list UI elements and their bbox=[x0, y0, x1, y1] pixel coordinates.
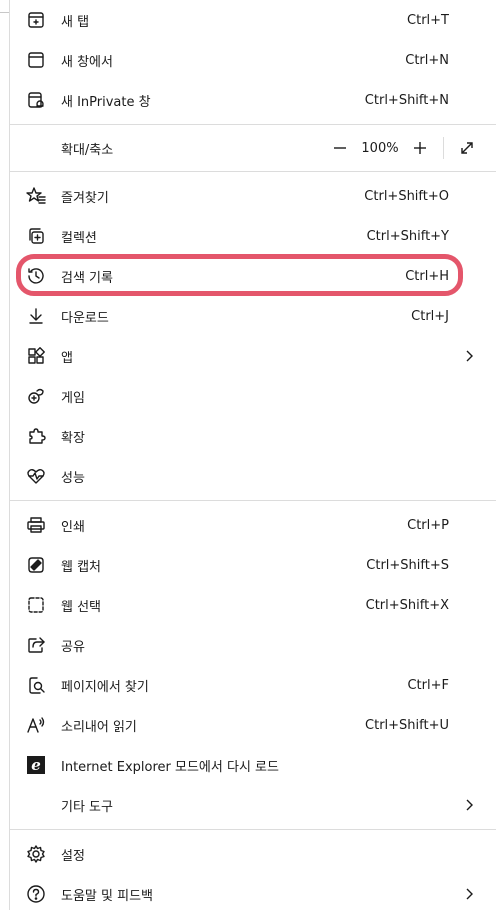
shortcut-text: Ctrl+Shift+N bbox=[364, 92, 449, 108]
menu-item-label: 공유 bbox=[61, 639, 85, 655]
menu-item-new-inprivate[interactable]: 새 InPrivate 창 Ctrl+Shift+N bbox=[10, 80, 496, 120]
shortcut-text: Ctrl+Shift+O bbox=[364, 188, 449, 204]
shortcut-text: Ctrl+P bbox=[407, 517, 449, 533]
new-tab-icon bbox=[25, 9, 47, 31]
web-select-icon bbox=[25, 594, 47, 616]
menu-item-downloads[interactable]: 다운로드 Ctrl+J bbox=[10, 296, 496, 336]
menu-item-label: 웹 선택 bbox=[61, 599, 102, 615]
menu-item-favorites[interactable]: 즐겨찾기 Ctrl+Shift+O bbox=[10, 176, 496, 216]
browser-settings-menu: 새 탭 Ctrl+T 새 창에서 Ctrl+N 새 InPrivate 창 Ct… bbox=[10, 0, 496, 914]
zoom-divider bbox=[443, 137, 444, 159]
fullscreen-icon bbox=[461, 142, 473, 154]
menu-item-settings[interactable]: 설정 bbox=[10, 834, 496, 874]
menu-item-label: 웹 캡처 bbox=[61, 559, 102, 575]
menu-item-read-aloud[interactable]: 소리내어 읽기 Ctrl+Shift+U bbox=[10, 705, 496, 745]
menu-item-label: 새 창에서 bbox=[61, 54, 113, 70]
menu-item-label: 설정 bbox=[61, 848, 85, 864]
menu-item-label: 다운로드 bbox=[61, 310, 109, 326]
menu-item-more-tools[interactable]: 기타 도구 bbox=[10, 785, 496, 825]
menu-item-ie-mode[interactable]: e Internet Explorer 모드에서 다시 로드 bbox=[10, 745, 496, 785]
zoom-in-button[interactable] bbox=[405, 133, 435, 163]
shortcut-text: Ctrl+Shift+S bbox=[366, 557, 449, 573]
menu-item-label: 즐겨찾기 bbox=[61, 190, 109, 206]
menu-item-label: 확장 bbox=[61, 430, 85, 446]
favorites-icon bbox=[25, 185, 47, 207]
apps-icon bbox=[25, 345, 47, 367]
find-in-page-icon bbox=[25, 674, 47, 696]
menu-item-label: 성능 bbox=[61, 470, 85, 486]
chevron-right-icon bbox=[462, 349, 476, 363]
internet-explorer-icon: e bbox=[25, 754, 47, 776]
performance-heart-icon bbox=[25, 465, 47, 487]
menu-item-zoom: 확대/축소 100% bbox=[10, 129, 496, 167]
share-icon bbox=[25, 634, 47, 656]
menu-item-label: 컬렉션 bbox=[61, 230, 97, 246]
shortcut-text: Ctrl+Shift+X bbox=[365, 597, 449, 613]
gear-icon bbox=[25, 843, 47, 865]
menu-item-web-capture[interactable]: 웹 캡처 Ctrl+Shift+S bbox=[10, 545, 496, 585]
window-edge-stub bbox=[0, 12, 9, 13]
menu-item-label: 새 탭 bbox=[61, 14, 90, 30]
menu-item-collections[interactable]: 컬렉션 Ctrl+Shift+Y bbox=[10, 216, 496, 256]
fullscreen-button[interactable] bbox=[452, 133, 482, 163]
collections-icon bbox=[25, 225, 47, 247]
menu-item-label: 기타 도구 bbox=[61, 799, 113, 815]
menu-item-games[interactable]: 게임 bbox=[10, 376, 496, 416]
menu-item-new-window[interactable]: 새 창에서 Ctrl+N bbox=[10, 40, 496, 80]
zoom-label: 확대/축소 bbox=[61, 142, 114, 158]
help-icon bbox=[25, 883, 47, 905]
shortcut-text: Ctrl+J bbox=[411, 308, 449, 324]
menu-item-help[interactable]: 도움말 및 피드백 bbox=[10, 874, 496, 914]
menu-item-apps[interactable]: 앱 bbox=[10, 336, 496, 376]
zoom-level: 100% bbox=[361, 140, 399, 156]
download-icon bbox=[25, 305, 47, 327]
shortcut-text: Ctrl+T bbox=[407, 12, 449, 28]
minus-icon bbox=[334, 147, 346, 149]
menu-item-label: 앱 bbox=[61, 350, 73, 366]
games-icon bbox=[25, 385, 47, 407]
web-capture-icon bbox=[25, 554, 47, 576]
menu-item-find[interactable]: 페이지에서 찾기 Ctrl+F bbox=[10, 665, 496, 705]
menu-item-label: 인쇄 bbox=[61, 519, 85, 535]
menu-item-extensions[interactable]: 확장 bbox=[10, 416, 496, 456]
menu-item-label: 게임 bbox=[61, 390, 85, 406]
separator bbox=[10, 829, 496, 830]
menu-item-label: 페이지에서 찾기 bbox=[61, 679, 149, 695]
menu-item-share[interactable]: 공유 bbox=[10, 625, 496, 665]
separator bbox=[10, 171, 496, 172]
plus-icon bbox=[414, 142, 426, 154]
zoom-out-button[interactable] bbox=[325, 133, 355, 163]
history-highlight-annotation bbox=[16, 254, 463, 296]
chevron-right-icon bbox=[462, 887, 476, 901]
menu-item-performance[interactable]: 성능 bbox=[10, 456, 496, 496]
menu-item-web-select[interactable]: 웹 선택 Ctrl+Shift+X bbox=[10, 585, 496, 625]
chevron-right-icon bbox=[462, 798, 476, 812]
inprivate-window-icon bbox=[25, 89, 47, 111]
window-icon bbox=[25, 49, 47, 71]
shortcut-text: Ctrl+N bbox=[405, 52, 449, 68]
zoom-controls: 100% bbox=[325, 133, 482, 163]
menu-item-new-tab[interactable]: 새 탭 Ctrl+T bbox=[10, 0, 496, 40]
shortcut-text: Ctrl+Shift+Y bbox=[366, 228, 449, 244]
extensions-icon bbox=[25, 425, 47, 447]
shortcut-text: Ctrl+Shift+U bbox=[365, 717, 449, 733]
print-icon bbox=[25, 514, 47, 536]
read-aloud-icon bbox=[25, 714, 47, 736]
shortcut-text: Ctrl+F bbox=[407, 677, 449, 693]
menu-item-label: 소리내어 읽기 bbox=[61, 719, 137, 735]
menu-item-label: Internet Explorer 모드에서 다시 로드 bbox=[61, 759, 279, 775]
separator bbox=[10, 500, 496, 501]
separator bbox=[10, 124, 496, 125]
menu-item-label: 도움말 및 피드백 bbox=[61, 888, 153, 904]
menu-item-print[interactable]: 인쇄 Ctrl+P bbox=[10, 505, 496, 545]
menu-item-label: 새 InPrivate 창 bbox=[61, 94, 151, 110]
